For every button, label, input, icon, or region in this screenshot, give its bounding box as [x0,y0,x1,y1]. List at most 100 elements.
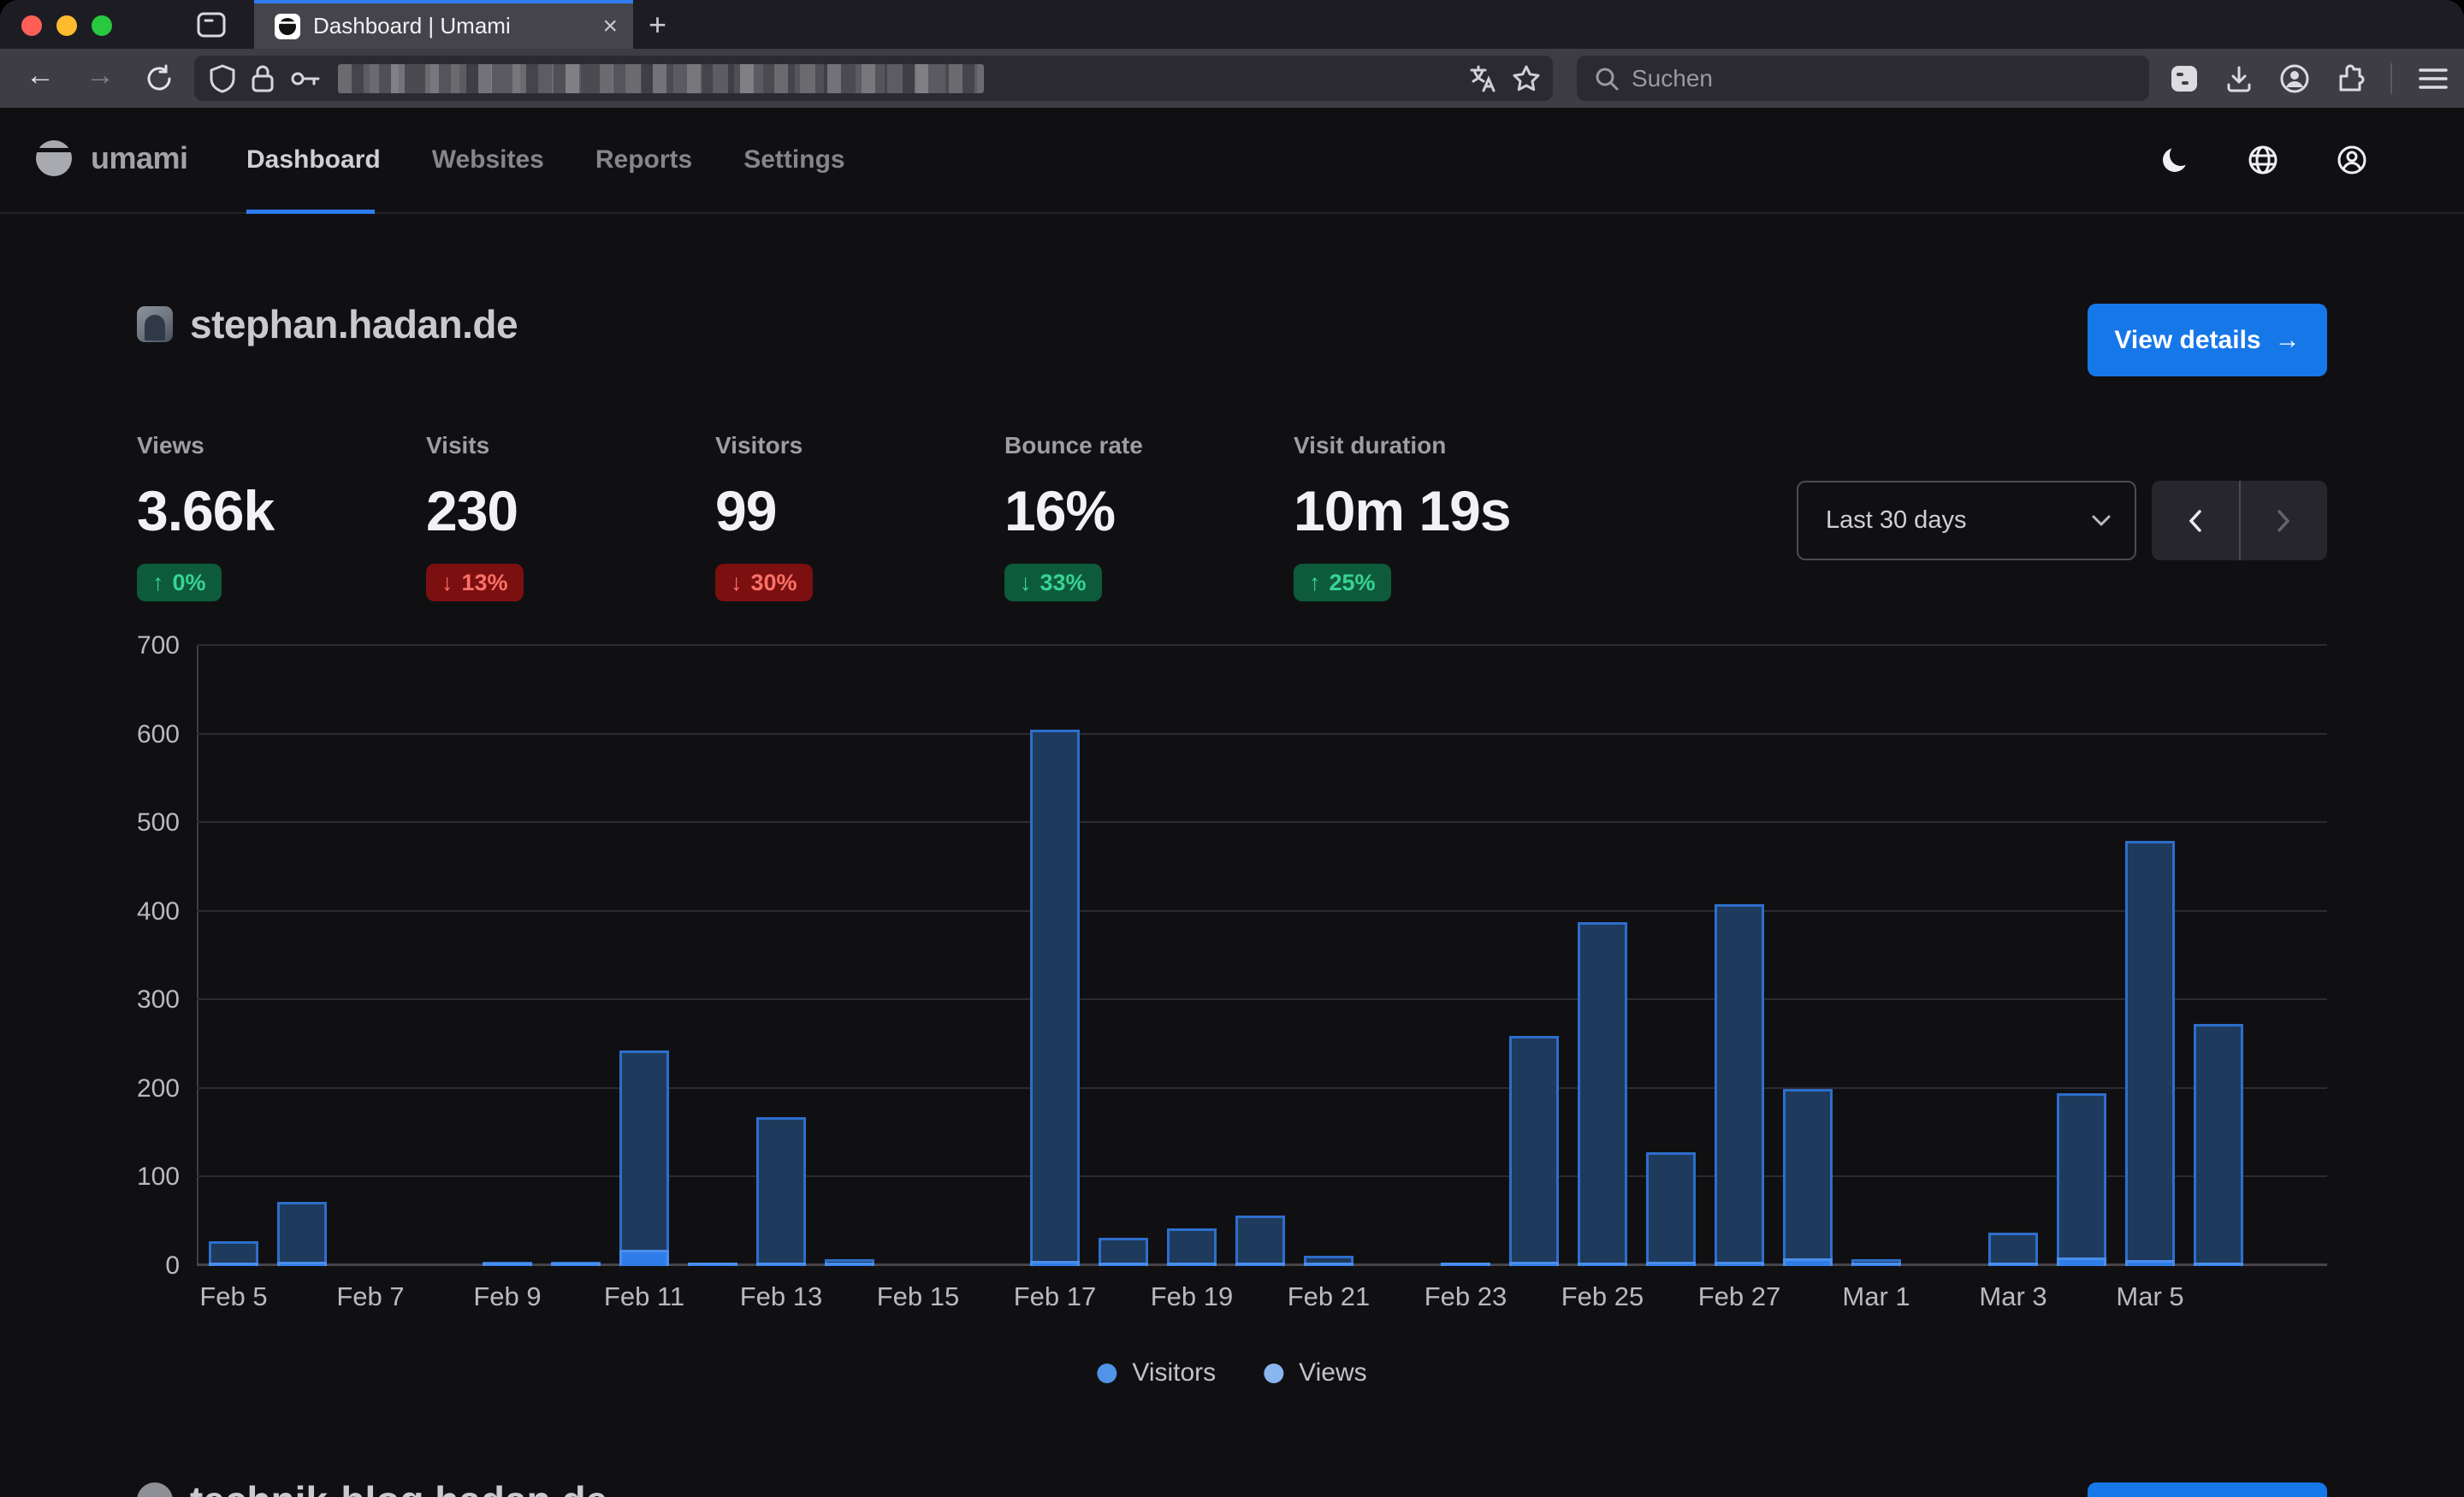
views-bar-feb-25[interactable] [1578,922,1627,1266]
views-bar-feb-14[interactable] [825,1259,874,1266]
metric-change-badge: ↑0% [137,564,222,601]
metric-change-badge: ↓33% [1004,564,1102,601]
views-bar-feb-24[interactable] [1509,1036,1559,1266]
metric-value: 99 [715,478,1004,543]
bookmark-star-icon[interactable] [1512,64,1541,93]
browser-tab[interactable]: Dashboard | Umami × [254,0,633,49]
views-bar-feb-20[interactable] [1235,1216,1285,1266]
x-axis-tick-label: Feb 13 [713,1281,850,1312]
password-manager-extension-icon[interactable] [2170,64,2199,93]
legend-item-visitors[interactable]: Visitors [1097,1358,1216,1388]
y-axis-line [197,646,198,1266]
sidebar-toggle-icon[interactable] [197,11,226,38]
translate-icon[interactable] [1469,64,1498,93]
view-details-button[interactable]: View details → [2088,304,2327,376]
search-input[interactable]: Suchen [1577,56,2149,101]
views-bar-feb-28[interactable] [1783,1089,1833,1266]
y-axis-tick-label: 200 [86,1074,180,1104]
trend-arrow-icon: ↑ [152,570,164,596]
lock-icon[interactable] [251,64,275,93]
visitors-bar-segment [1851,1263,1901,1266]
x-axis-tick-label: Feb 21 [1260,1281,1397,1312]
url-bar[interactable] [194,56,1553,101]
minimize-window-button[interactable] [56,15,77,36]
views-bar-feb-12[interactable] [688,1263,737,1266]
zoom-window-button[interactable] [92,15,112,36]
views-bar-feb-13[interactable] [756,1117,806,1266]
views-bar-mar-6[interactable] [2194,1024,2243,1266]
extensions-puzzle-icon[interactable] [2336,64,2365,93]
visitors-bar-segment [1578,1263,1627,1266]
visitors-bar-segment [1441,1263,1490,1266]
x-axis-tick-label: Mar 5 [2082,1281,2218,1312]
views-bar-feb-6[interactable] [277,1202,327,1266]
trend-arrow-icon: ↓ [1020,570,1032,596]
metric-value: 3.66k [137,478,426,543]
y-axis-tick-label: 100 [86,1163,180,1192]
umami-brand[interactable]: umami [34,139,188,178]
nav-item-dashboard[interactable]: Dashboard [246,145,381,175]
active-tab-underline [246,210,375,214]
views-bar-feb-11[interactable] [619,1050,669,1266]
prev-period-button[interactable] [2152,481,2241,560]
x-axis-tick-label: Feb 11 [576,1281,713,1312]
y-axis-tick-label: 600 [86,720,180,749]
language-globe-icon[interactable] [2247,144,2279,176]
views-bar-feb-10[interactable] [551,1262,601,1266]
views-bar-mar-1[interactable] [1851,1259,1901,1266]
views-dot-icon [1264,1364,1283,1383]
views-bar-mar-4[interactable] [2057,1093,2106,1266]
metrics-row: Views 3.66k ↑0% Visits 230 ↓13% Visitors… [137,432,1653,601]
arrow-right-icon: → [2275,326,2301,355]
y-axis-tick-label: 400 [86,897,180,926]
account-icon[interactable] [2279,63,2310,94]
views-bar-feb-26[interactable] [1646,1152,1696,1266]
metric-value: 230 [426,478,715,543]
views-bar-feb-21[interactable] [1304,1256,1353,1266]
y-axis-tick-label: 500 [86,808,180,837]
next-website-title: technik-blog.hadan.de [190,1477,607,1497]
new-tab-button[interactable]: + [649,7,666,43]
views-bar-feb-19[interactable] [1167,1228,1217,1266]
legend-item-views[interactable]: Views [1264,1358,1366,1388]
trend-arrow-icon: ↓ [441,570,453,596]
views-bar-feb-27[interactable] [1715,904,1764,1266]
views-bar-feb-9[interactable] [483,1262,532,1266]
views-bar-mar-5[interactable] [2125,841,2175,1266]
views-bar-feb-17[interactable] [1030,730,1080,1266]
tracking-protection-shield-icon[interactable] [210,64,235,93]
nav-item-reports[interactable]: Reports [595,145,692,175]
reload-icon[interactable] [144,63,175,94]
theme-moon-icon[interactable] [2159,145,2190,175]
back-button[interactable]: ← [26,61,55,90]
views-bar-mar-3[interactable] [1988,1233,2038,1266]
y-axis-tick-label: 700 [86,631,180,660]
views-bar-feb-5[interactable] [209,1241,258,1266]
key-icon[interactable] [290,68,321,89]
gridline [197,1263,2327,1266]
visitors-bar-segment [619,1250,669,1266]
close-window-button[interactable] [21,15,42,36]
next-view-details-button[interactable] [2088,1482,2327,1497]
visitors-bar-segment [2194,1263,2243,1266]
visitors-bar-segment [1030,1261,1080,1266]
nav-item-websites[interactable]: Websites [432,145,544,175]
visitors-bar-segment [551,1263,601,1266]
views-bar-feb-18[interactable] [1099,1238,1148,1266]
downloads-icon[interactable] [2224,64,2254,93]
views-bar-feb-23[interactable] [1441,1263,1490,1266]
x-axis-tick-label: Feb 5 [165,1281,302,1312]
visitors-bar-segment [1304,1263,1353,1266]
date-range-dropdown[interactable]: Last 30 days [1797,481,2136,560]
forward-button[interactable]: → [86,61,115,90]
tab-close-icon[interactable]: × [602,14,618,39]
browser-window: Dashboard | Umami × + ← → [0,0,2464,1497]
nav-item-settings[interactable]: Settings [743,145,844,175]
trend-arrow-icon: ↑ [1309,570,1321,596]
next-period-button[interactable] [2241,481,2328,560]
profile-icon[interactable] [2336,144,2368,176]
metric-label: Views [137,432,426,459]
menu-hamburger-icon[interactable] [2418,66,2449,92]
y-axis-tick-label: 0 [86,1251,180,1281]
visitors-bar-segment [1988,1263,2038,1266]
